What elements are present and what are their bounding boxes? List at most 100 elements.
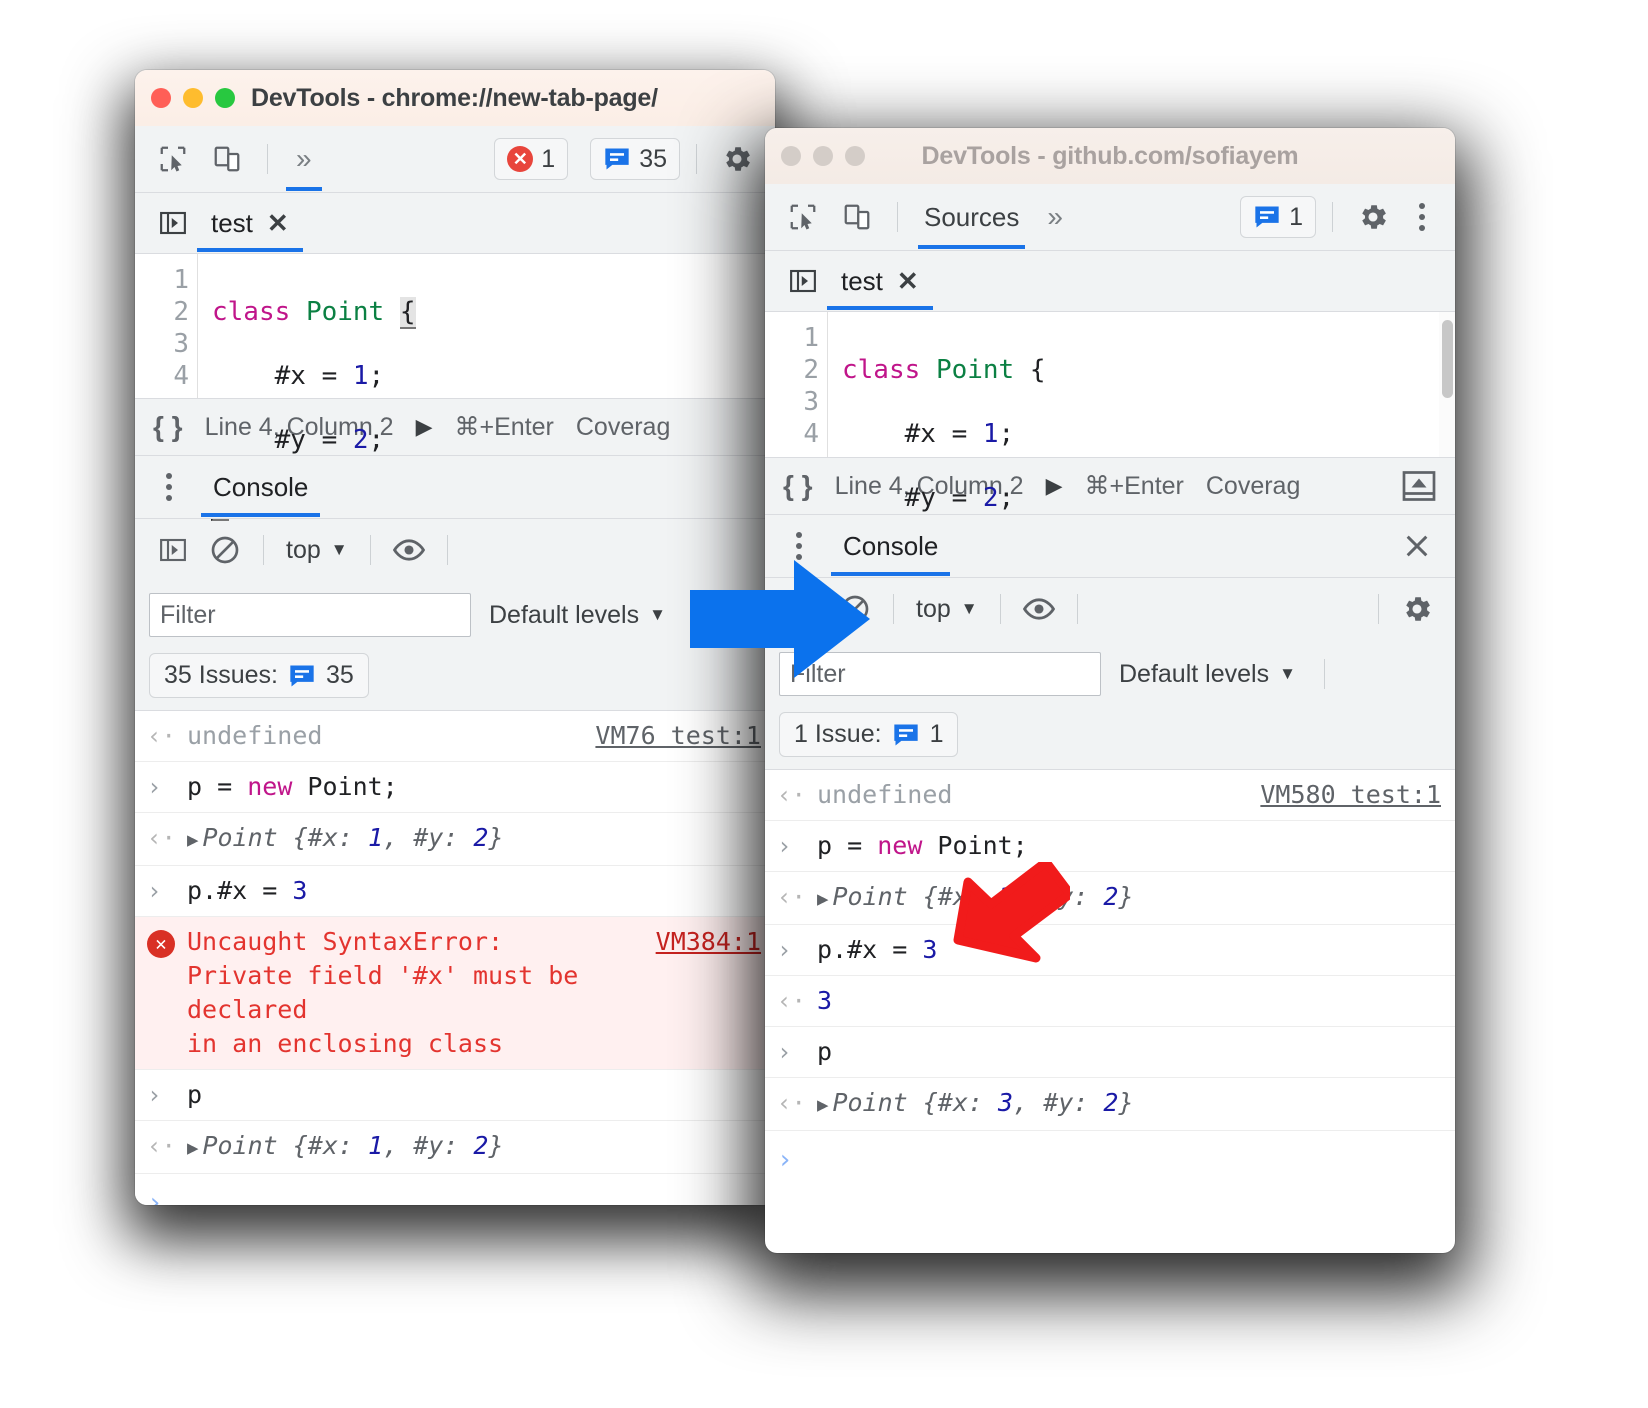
console-message[interactable]: ‹· ▶ Point {#x: 3, #y: 2} [765,1078,1455,1131]
code-keyword: new [877,831,923,860]
run-snippet-icon[interactable]: ▶ [416,414,433,440]
token-number: 2 [352,425,369,455]
toolbar-divider [897,202,898,232]
token-keyword: class [842,355,921,385]
left-console-filter-row[interactable]: Default levels ▼ [135,581,775,649]
coverage-label[interactable]: Coverag [1206,472,1301,501]
disclosure-triangle-icon[interactable]: ▶ [817,1094,828,1116]
token-number: 1 [982,419,999,449]
right-titlebar[interactable]: DevTools - github.com/sofiayem [765,128,1455,184]
issues-bar-button[interactable]: 35 Issues: 35 [149,653,369,698]
issues-count-badge[interactable]: 35 [590,138,680,180]
output-arrow-icon: ‹· [147,1132,176,1160]
show-navigator-icon[interactable] [779,257,827,305]
file-tab-label: test [211,207,253,238]
gear-icon[interactable] [1393,585,1441,633]
console-message[interactable]: › p = new Point; [765,821,1455,872]
console-message[interactable]: ‹· 3 [765,976,1455,1027]
console-message[interactable]: ‹· undefined VM580 test:1 [765,770,1455,821]
message-text: ▶Point {#x: 1, #y: 2} [187,821,761,857]
left-console-prompt[interactable]: › [135,1174,775,1205]
console-message[interactable]: ‹· ▶Point {#x: 1, #y: 2} [135,1121,775,1174]
inspect-element-icon[interactable] [149,135,197,183]
disclosure-triangle-icon[interactable]: ▶ [187,1137,198,1159]
collapse-drawer-icon[interactable] [1401,469,1437,503]
filter-input[interactable] [149,593,471,637]
more-options-icon[interactable] [149,473,189,501]
code-line: #y = 2; [842,482,1046,514]
coverage-label[interactable]: Coverag [576,413,671,442]
pretty-print-icon[interactable]: { } [783,470,813,502]
gear-icon[interactable] [1349,193,1397,241]
code-text[interactable]: class Point { #x = 1; #y = 2; } [828,312,1046,577]
disclosure-triangle-icon[interactable]: ▶ [817,888,828,910]
log-levels-selector[interactable]: Default levels ▼ [489,601,666,630]
object-value: 2 [1103,1088,1119,1117]
line-number: 4 [173,361,189,391]
prompt-arrow-icon: › [147,1188,163,1205]
console-message[interactable]: ‹· ▶Point {#x: 1, #y: 2} [135,813,775,866]
token-punct: ; [998,483,1015,513]
console-sidebar-icon[interactable] [149,526,197,574]
file-tab-test[interactable]: test ✕ [827,252,933,310]
device-toolbar-icon[interactable] [833,193,881,241]
console-error-message[interactable]: ✕ Uncaught SyntaxError: Private field '#… [135,917,775,1070]
pretty-print-icon[interactable]: { } [153,411,183,443]
right-issues-row[interactable]: 1 Issue: 1 [765,708,1455,770]
code-text[interactable]: class Point { #x = 1; #y = 2; } [198,254,416,521]
show-navigator-icon[interactable] [149,199,197,247]
tab-console[interactable]: Console [200,457,321,517]
console-message[interactable]: ‹· ▶Point {#x: 1, #y: 2} [765,872,1455,925]
right-devtools-toolbar[interactable]: Sources » 1 [765,184,1455,251]
close-icon[interactable]: ✕ [267,208,289,239]
right-code-editor[interactable]: 1 2 3 4 class Point { #x = 1; #y = 2; } [765,312,1455,577]
more-panels-chevron[interactable]: » [284,127,324,191]
left-console-messages[interactable]: ‹· undefined VM76 test:1 › p = new Point… [135,711,775,1205]
inspect-element-icon[interactable] [779,193,827,241]
error-source-link[interactable]: VM384:1 [656,925,761,959]
left-issues-row[interactable]: 35 Issues: 35 [135,649,775,711]
console-message[interactable]: ‹· undefined VM76 test:1 [135,711,775,762]
console-message[interactable]: › p.#x = 3 [765,925,1455,976]
error-count-badge[interactable]: ✕ 1 [494,138,569,180]
file-tab-test[interactable]: test ✕ [197,194,303,252]
message-text: ▶ Point {#x: 3, #y: 2} [817,1086,1441,1122]
left-code-editor[interactable]: 1 2 3 4 class Point { #x = 1; #y = 2; } [135,254,775,521]
close-icon[interactable]: ✕ [897,266,919,297]
devtools-window-right[interactable]: DevTools - github.com/sofiayem Sources » [765,128,1455,1253]
more-tools-icon[interactable] [1403,203,1441,231]
editor-scrollbar[interactable] [1439,312,1455,457]
log-levels-label: Default levels [1119,659,1270,688]
left-devtools-toolbar[interactable]: » ✕ 1 35 [135,126,775,193]
disclosure-triangle-icon[interactable]: ▶ [187,829,198,851]
log-levels-selector[interactable]: Default levels ▼ [1119,660,1296,689]
scrollbar-thumb[interactable] [1442,320,1453,398]
close-drawer-icon[interactable] [1393,522,1441,570]
left-file-tabstrip[interactable]: test ✕ [135,193,775,254]
code-line: #y = 2; [212,424,416,456]
right-console-prompt[interactable]: › [765,1131,1455,1189]
gear-icon[interactable] [713,135,761,183]
console-message[interactable]: › p.#x = 3 [135,866,775,917]
left-titlebar[interactable]: DevTools - chrome://new-tab-page/ [135,70,775,126]
token-number: 2 [982,483,999,513]
console-message[interactable]: › p [765,1027,1455,1078]
tab-sources[interactable]: Sources [914,185,1029,249]
issues-icon [605,148,629,170]
right-file-tabstrip[interactable]: test ✕ [765,251,1455,312]
message-source-link[interactable]: VM580 test:1 [1260,778,1441,812]
devtools-window-left[interactable]: DevTools - chrome://new-tab-page/ » ✕ 1 … [135,70,775,1205]
issues-count-badge[interactable]: 1 [1240,196,1316,238]
device-toolbar-icon[interactable] [203,135,251,183]
left-drawer-header[interactable]: Console [135,456,775,519]
right-console-messages[interactable]: ‹· undefined VM580 test:1 › p = new Poin… [765,770,1455,1189]
error-icon: ✕ [147,925,187,959]
message-source-link[interactable]: VM76 test:1 [595,719,761,753]
console-message[interactable]: › p = new Point; [135,762,775,813]
more-options-icon[interactable] [779,532,819,560]
console-message[interactable]: › p [135,1070,775,1121]
issues-bar-button[interactable]: 1 Issue: 1 [779,712,959,757]
run-snippet-icon[interactable]: ▶ [1046,473,1063,499]
token-brace: { [1014,355,1046,385]
more-panels-chevron[interactable]: » [1035,185,1075,249]
